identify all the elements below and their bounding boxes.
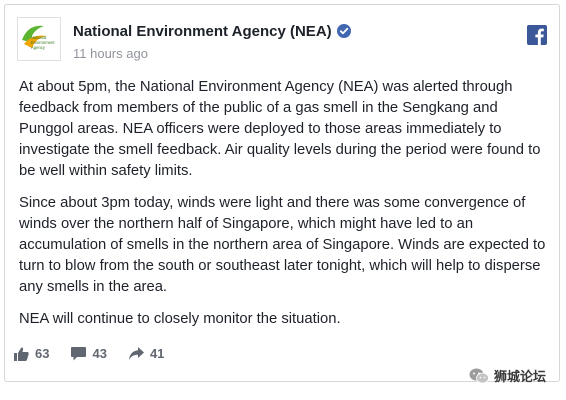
- facebook-logo-icon[interactable]: [527, 25, 547, 45]
- logo-line3: Agency: [31, 45, 46, 50]
- page-name-text[interactable]: National Environment Agency (NEA): [73, 23, 332, 40]
- page-avatar[interactable]: National Environment Agency: [17, 17, 61, 61]
- verified-badge-icon: [336, 24, 351, 38]
- post-timestamp[interactable]: 11 hours ago: [73, 46, 148, 61]
- watermark-text: 狮城论坛: [493, 369, 546, 384]
- post-body: At about 5pm, the National Environment A…: [19, 77, 549, 341]
- page-name[interactable]: National Environment Agency (NEA): [73, 23, 351, 40]
- like-count-value: 63: [35, 346, 50, 361]
- share-count[interactable]: 41: [128, 346, 165, 361]
- engagement-bar: 63 43 41: [14, 346, 186, 361]
- post-paragraph: Since about 3pm today, winds were light …: [19, 195, 546, 295]
- post-card: National Environment Agency National Env…: [4, 4, 560, 382]
- post-paragraph: At about 5pm, the National Environment A…: [19, 79, 541, 179]
- watermark: 狮城论坛: [469, 366, 546, 385]
- like-count[interactable]: 63: [14, 346, 49, 361]
- share-count-value: 41: [149, 346, 165, 361]
- like-icon: [14, 347, 29, 361]
- wechat-icon: [469, 368, 489, 383]
- share-icon: [128, 346, 144, 360]
- post-paragraph: NEA will continue to closely monitor the…: [19, 311, 341, 327]
- comment-icon: [71, 346, 87, 360]
- post-header: National Environment Agency National Env…: [17, 17, 547, 67]
- comment-count-value: 43: [92, 346, 107, 361]
- nea-logo-icon: National Environment Agency: [22, 25, 55, 50]
- comment-count[interactable]: 43: [71, 346, 107, 361]
